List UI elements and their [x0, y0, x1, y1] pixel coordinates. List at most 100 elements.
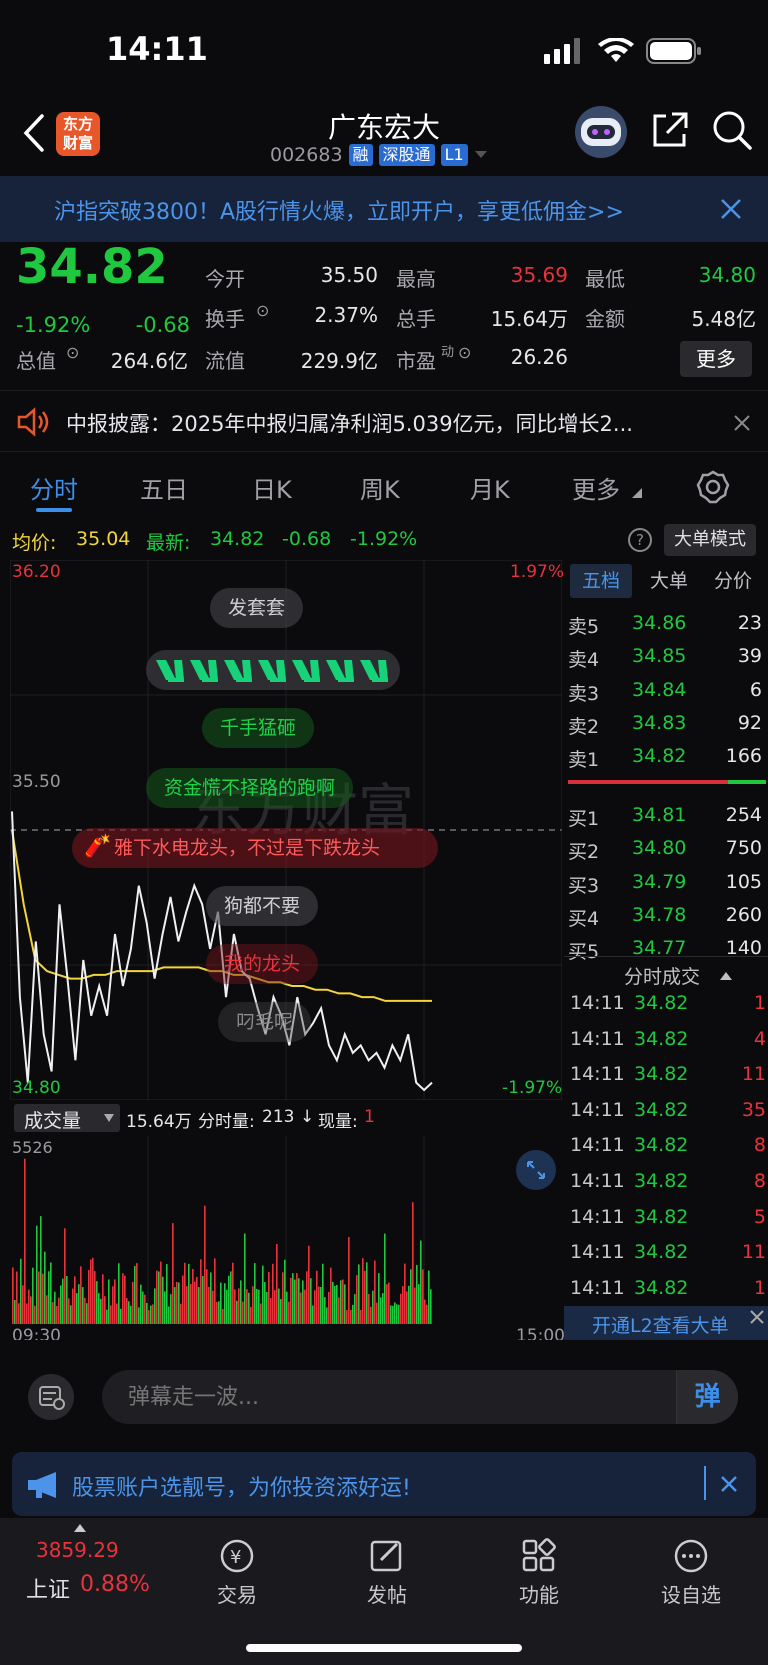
trade-row: 14:11 34.82 11 — [564, 1063, 768, 1096]
volume-bar — [68, 1298, 70, 1324]
level-qty: 260 — [725, 903, 762, 926]
intraday-chart[interactable]: 东方财富 36.20 35.50 34.80 1.97% -1.97% 发套套 … — [10, 560, 565, 1100]
info-icon[interactable]: ⊙ — [256, 301, 269, 320]
robot-assistant-icon[interactable] — [575, 106, 627, 158]
pct-label-high: 1.97% — [510, 562, 565, 582]
volume-bar — [96, 1281, 98, 1324]
tab-five-levels[interactable]: 五档 — [570, 564, 632, 598]
volume-bar — [112, 1286, 114, 1324]
info-icon[interactable]: ⊙ — [66, 343, 79, 362]
trade-qty: 8 — [753, 1134, 766, 1157]
gear-icon[interactable] — [696, 470, 730, 504]
danmaku-bubble-emoji[interactable] — [146, 650, 400, 690]
expand-icon[interactable] — [516, 1150, 556, 1190]
latest-change: -0.68 — [282, 528, 332, 550]
now-volume-label: 现量: — [318, 1112, 358, 1132]
volume-bar — [76, 1293, 78, 1324]
index-name: 上证 — [26, 1578, 71, 1603]
share-icon[interactable] — [650, 110, 690, 150]
danmaku-input[interactable] — [128, 1370, 648, 1424]
volume-bar — [200, 1259, 202, 1324]
volume-bar — [376, 1302, 378, 1324]
danmaku-bubble[interactable]: 千手猛砸 — [202, 708, 315, 748]
volume-bar — [114, 1279, 116, 1324]
volume-bar — [426, 1304, 428, 1324]
bid-row: 买2 34.80 750 — [564, 837, 768, 870]
more-button[interactable]: 更多 — [680, 341, 752, 377]
search-icon[interactable] — [712, 110, 752, 150]
trade-time: 14:11 — [570, 1276, 625, 1299]
price-info-row: 均价: 35.04 最新: 34.82 -0.68 -1.92% ? 大单模式 — [0, 520, 768, 560]
send-danmaku-button[interactable]: 弹 — [676, 1370, 738, 1424]
tab-price-dist[interactable]: 分价 — [702, 564, 764, 598]
danmaku-bubble[interactable]: 我的龙头 — [206, 944, 319, 984]
close-icon[interactable] — [734, 415, 750, 431]
volume-bar — [54, 1291, 56, 1324]
volume-bar — [176, 1281, 178, 1324]
open-value: 35.50 — [320, 263, 378, 287]
stock-code-row[interactable]: 002683 融 深股通 L1 — [270, 144, 488, 166]
close-icon[interactable] — [750, 1310, 764, 1324]
tab-intraday[interactable]: 分时 — [30, 470, 78, 505]
volume-bar — [346, 1310, 348, 1324]
tab-monthly-k[interactable]: 月K — [470, 470, 510, 505]
nav-post[interactable]: 发帖 — [312, 1518, 462, 1608]
nav-add-watchlist[interactable]: 设自选 — [616, 1518, 766, 1608]
big-order-mode-button[interactable]: 大单模式 — [664, 524, 756, 556]
volume-bar — [352, 1304, 354, 1324]
tick-volume-label: 分时量: — [198, 1112, 255, 1132]
volume-bar — [280, 1299, 282, 1324]
danmaku-bubble-highlight[interactable]: 🧨 雅下水电龙头，不过是下跌龙头 — [72, 828, 438, 868]
danmaku-bubble[interactable]: 发套套 — [210, 588, 304, 628]
volume-bar — [16, 1271, 18, 1324]
y-label-low: 34.80 — [12, 1078, 61, 1098]
volume-bar — [196, 1276, 198, 1324]
tag-level: L1 — [440, 144, 468, 166]
promo-banner[interactable]: 股票账户选靓号，为你投资添好运! — [12, 1452, 756, 1516]
level-qty: 254 — [725, 804, 762, 826]
volume-bar — [202, 1276, 204, 1324]
danmaku-settings-icon[interactable] — [28, 1374, 74, 1420]
volume-bar — [100, 1298, 102, 1324]
indicator-select[interactable]: 成交量 — [14, 1104, 120, 1132]
tab-weekly-k[interactable]: 周K — [360, 470, 400, 505]
mktcap-label: 总值 — [16, 349, 56, 373]
tab-more[interactable]: 更多 — [572, 470, 620, 505]
ask-row: 卖2 34.83 92 — [564, 712, 768, 745]
notice-bar[interactable]: 中报披露：2025年中报归属净利润5.039亿元，同比增长2... — [0, 390, 768, 452]
volume-bar — [348, 1237, 350, 1324]
level-price: 34.78 — [632, 903, 687, 926]
promo-text: 股票账户选靓号，为你投资添好运! — [72, 1476, 411, 1501]
tab-big-orders[interactable]: 大单 — [638, 564, 700, 598]
volume-bar — [26, 1303, 28, 1324]
tab-five-day[interactable]: 五日 — [140, 470, 188, 505]
l2-upgrade-bar[interactable]: 开通L2查看大单 — [564, 1306, 768, 1340]
volume-bar — [58, 1297, 60, 1324]
volume-bar — [148, 1310, 150, 1324]
close-icon[interactable] — [720, 198, 742, 220]
volume-bar — [12, 1267, 14, 1324]
nav-trade[interactable]: ¥ 交易 — [162, 1518, 312, 1608]
volume-bar — [198, 1287, 200, 1324]
close-icon[interactable] — [720, 1475, 738, 1493]
volume-bar — [302, 1280, 304, 1324]
nav-post-label: 发帖 — [367, 1583, 407, 1607]
nav-function[interactable]: 功能 — [464, 1518, 614, 1608]
account-banner[interactable]: 沪指突破3800！A股行情火爆，立即开户，享更低佣金>> — [0, 176, 768, 242]
volume-bar — [408, 1285, 410, 1324]
help-icon[interactable]: ? — [628, 528, 652, 552]
l2-upgrade-text: 开通L2查看大单 — [592, 1315, 729, 1337]
tab-daily-k[interactable]: 日K — [252, 470, 292, 505]
danmaku-bubble[interactable]: 资金慌不择路的跑啊 — [146, 768, 354, 808]
danmaku-bubble[interactable]: 叼毛呢 — [218, 1002, 312, 1042]
trade-time: 14:11 — [570, 1027, 625, 1050]
volume-bar — [104, 1296, 106, 1324]
volume-bar — [38, 1271, 40, 1324]
trade-row: 14:11 34.82 11 — [564, 1241, 768, 1274]
volume-bar — [386, 1284, 388, 1324]
danmaku-input-wrap[interactable]: 弹 — [102, 1370, 738, 1424]
volume-bar — [226, 1289, 228, 1324]
trades-title[interactable]: 分时成交 — [624, 962, 700, 989]
danmaku-bubble[interactable]: 狗都不要 — [206, 886, 319, 926]
info-icon[interactable]: ⊙ — [458, 343, 471, 362]
